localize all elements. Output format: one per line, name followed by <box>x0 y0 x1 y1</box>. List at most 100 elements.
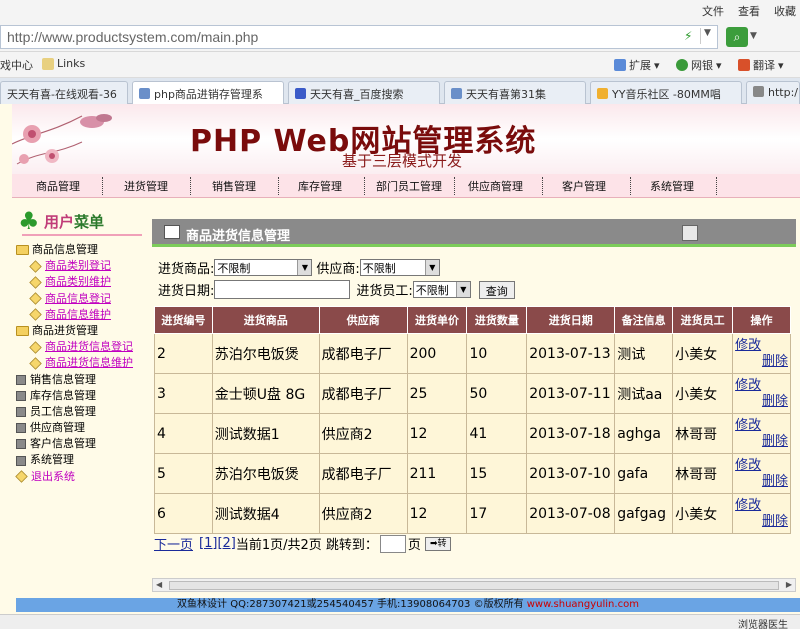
document-icon <box>29 260 42 273</box>
table-cell: 成都电子厂 <box>318 373 408 414</box>
fav-item-game-center[interactable]: 戏中心 <box>0 57 33 73</box>
table-row: 2 苏泊尔电饭煲 成都电子厂 200 10 2013-07-13 测试 小美女 修改 删除 <box>154 333 791 374</box>
delete-link[interactable]: 删除 <box>735 434 790 450</box>
sidebar-item[interactable]: 销售信息管理 <box>16 372 133 388</box>
browser-tab-active[interactable]: php商品进销存管理系 <box>132 81 284 105</box>
nav-item-sales[interactable]: 销售管理 <box>212 178 256 194</box>
delete-link[interactable]: 删除 <box>735 514 790 530</box>
search-dropdown-icon[interactable]: ▼ <box>750 31 757 41</box>
toolbar-extensions[interactable]: 扩展 ▾ <box>614 57 660 73</box>
scroll-thumb[interactable] <box>169 581 779 590</box>
print-icon[interactable] <box>682 225 698 241</box>
sidebar-item[interactable]: 商品进货管理 <box>16 323 133 339</box>
table-cell: 2 <box>154 333 213 374</box>
sidebar-item[interactable]: 系统管理 <box>16 452 133 468</box>
sidebar-item[interactable]: 客户信息管理 <box>16 436 133 452</box>
next-page-link[interactable]: 下一页 <box>154 534 193 553</box>
search-icon[interactable]: ⌕ <box>726 27 748 47</box>
sidebar-item[interactable]: 商品信息登记 <box>16 291 133 307</box>
table-header-row: 进货编号 进货商品 供应商 进货单价 进货数量 进货日期 备注信息 进货员工 操作 <box>154 306 791 334</box>
sidebar-item-label: 商品类别登记 <box>45 259 111 273</box>
page-1-link[interactable]: [1] <box>199 536 217 551</box>
sidebar-divider <box>22 234 142 236</box>
jump-page-input[interactable] <box>379 534 406 553</box>
menu-item-file[interactable]: 文件 <box>702 3 724 19</box>
staff-filter-select[interactable]: 不限制 ▼ <box>412 281 471 298</box>
nav-divider <box>542 177 543 195</box>
chevron-down-icon[interactable]: ▼ <box>700 28 714 44</box>
sidebar-item[interactable]: 商品类别维护 <box>16 274 133 290</box>
scroll-right-icon[interactable]: ▶ <box>786 580 792 589</box>
nav-divider <box>716 177 717 195</box>
row-actions: 修改 删除 <box>732 413 791 454</box>
browser-tab[interactable]: 天天有喜_百度搜索 <box>288 81 440 104</box>
horizontal-scrollbar[interactable]: ◀ ▶ <box>152 578 796 592</box>
page-2-link[interactable]: [2] <box>217 536 235 551</box>
lightning-icon[interactable]: ⚡ <box>684 29 696 43</box>
footer-site-link[interactable]: www.shuangyulin.com <box>527 599 639 610</box>
supplier-filter-select[interactable]: 不限制 ▼ <box>359 259 440 276</box>
table-cell: 2013-07-13 <box>526 333 616 374</box>
site-footer: 双鱼林设计 QQ:287307421或254540457 手机:13908064… <box>16 598 800 612</box>
nav-item-purchase[interactable]: 进货管理 <box>124 178 168 194</box>
browser-tab[interactable]: 天天有喜-在线观看-36 <box>0 81 128 104</box>
edit-link[interactable]: 修改 <box>735 418 790 434</box>
sidebar-item[interactable]: 商品类别登记 <box>16 258 133 274</box>
fav-item-links[interactable]: Links <box>42 57 85 70</box>
nav-item-staff[interactable]: 部门员工管理 <box>376 178 442 194</box>
delete-link[interactable]: 删除 <box>735 394 790 410</box>
nav-item-system[interactable]: 系统管理 <box>650 178 694 194</box>
table-cell: 2013-07-18 <box>526 413 616 454</box>
table-cell: 金士顿U盘 8G <box>211 373 320 414</box>
page-info: 当前1页/共2页 跳转到： <box>235 538 378 553</box>
table-cell: 200 <box>406 333 468 374</box>
menu-item-favorites[interactable]: 收藏 <box>774 3 796 19</box>
sidebar-item[interactable]: 供应商管理 <box>16 420 133 436</box>
sidebar-item[interactable]: 退出系统 <box>15 469 133 485</box>
edit-link[interactable]: 修改 <box>735 498 790 514</box>
product-filter-value: 不限制 <box>217 261 251 275</box>
edit-link[interactable]: 修改 <box>735 458 790 474</box>
table-cell: 测试aa <box>614 373 674 414</box>
sidebar-item-label: 供应商管理 <box>30 421 85 435</box>
table-cell: aghga <box>614 413 674 454</box>
toolbar-label: 翻译 <box>753 59 775 72</box>
sidebar-item[interactable]: 商品进货信息维护 <box>16 355 133 371</box>
nav-item-product[interactable]: 商品管理 <box>36 178 80 194</box>
product-filter-label: 进货商品: <box>158 262 215 277</box>
delete-link[interactable]: 删除 <box>735 474 790 490</box>
panel-header: 商品进货信息管理 <box>152 219 796 247</box>
table-cell: 41 <box>466 413 528 454</box>
sidebar-item[interactable]: 商品信息维护 <box>16 307 133 323</box>
nav-item-stock[interactable]: 库存管理 <box>298 178 342 194</box>
table-cell: 苏泊尔电饭煲 <box>211 453 320 494</box>
tab-bar: 天天有喜-在线观看-36 php商品进销存管理系 天天有喜_百度搜索 天天有喜第… <box>0 78 800 105</box>
scroll-left-icon[interactable]: ◀ <box>156 580 162 589</box>
browser-tab[interactable]: YY音乐社区 -80MM唱 <box>590 81 742 104</box>
sidebar-item[interactable]: 员工信息管理 <box>16 404 133 420</box>
sidebar-item[interactable]: 库存信息管理 <box>16 388 133 404</box>
edit-link[interactable]: 修改 <box>735 378 790 394</box>
nav-item-supplier[interactable]: 供应商管理 <box>468 178 523 194</box>
query-button[interactable]: 查询 <box>478 280 515 299</box>
column-header: 进货编号 <box>154 306 213 334</box>
delete-link[interactable]: 删除 <box>735 354 790 370</box>
table-cell: 测试数据1 <box>211 413 320 454</box>
sidebar-item-label: 销售信息管理 <box>30 372 96 386</box>
date-filter-input[interactable] <box>214 280 351 299</box>
table-cell: 3 <box>154 373 213 414</box>
toolbar-translate[interactable]: 翻译 ▾ <box>738 57 784 73</box>
sidebar-item[interactable]: 商品进货信息登记 <box>16 339 133 355</box>
edit-link[interactable]: 修改 <box>735 338 790 354</box>
menu-item-view[interactable]: 查看 <box>738 3 760 19</box>
product-filter-select[interactable]: 不限制 ▼ <box>214 259 313 276</box>
nav-item-customer[interactable]: 客户管理 <box>562 178 606 194</box>
footer-text: 双鱼林设计 QQ:287307421或254540457 手机:13908064… <box>177 599 527 610</box>
address-input[interactable]: http://www.productsystem.com/main.php <box>0 25 718 49</box>
browser-tab[interactable]: 天天有喜第31集 <box>444 81 586 104</box>
jump-go-button[interactable]: ➡转 <box>424 536 452 551</box>
sidebar-item[interactable]: 商品信息管理 <box>16 242 133 258</box>
document-icon <box>29 276 42 289</box>
toolbar-bank[interactable]: 网银 ▾ <box>676 57 722 73</box>
browser-tab[interactable]: http:/ <box>746 81 800 104</box>
